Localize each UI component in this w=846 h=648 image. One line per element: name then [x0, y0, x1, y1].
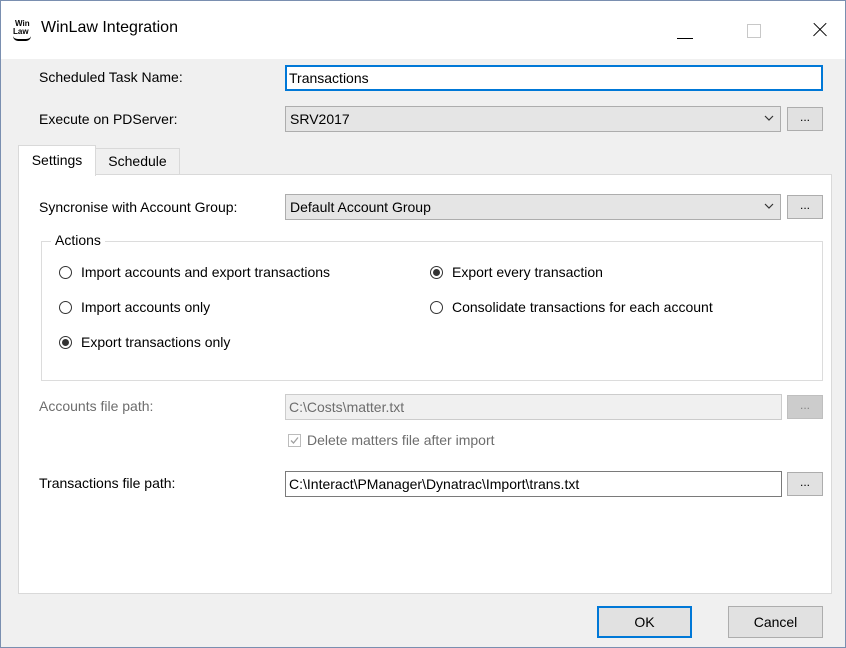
delete-matters-checkbox[interactable]: Delete matters file after import	[288, 432, 495, 448]
accounts-path-browse-button[interactable]: ...	[787, 395, 823, 419]
chevron-down-icon	[764, 115, 774, 121]
task-name-label: Scheduled Task Name:	[39, 69, 183, 85]
account-group-select[interactable]: Default Account Group	[285, 194, 781, 220]
settings-panel	[18, 174, 832, 594]
radio-unchecked-icon	[59, 265, 72, 279]
radio-import-and-export[interactable]: Import accounts and export transactions	[59, 264, 330, 280]
radio-consolidate-transactions[interactable]: Consolidate transactions for each accoun…	[430, 299, 713, 315]
close-button[interactable]	[797, 11, 843, 49]
accounts-path-label: Accounts file path:	[39, 398, 154, 414]
title-bar: Win Law WinLaw Integration	[1, 1, 845, 59]
server-select[interactable]: SRV2017	[285, 106, 781, 132]
radio-unchecked-icon	[430, 300, 443, 314]
server-browse-button[interactable]: ...	[787, 107, 823, 131]
radio-checked-icon	[59, 335, 72, 349]
tab-schedule[interactable]: Schedule	[96, 148, 180, 175]
account-group-browse-button[interactable]: ...	[787, 195, 823, 219]
ok-button[interactable]: OK	[597, 606, 692, 638]
transactions-path-input[interactable]: C:\Interact\PManager\Dynatrac\Import\tra…	[285, 471, 782, 497]
checkmark-icon	[288, 433, 301, 447]
server-select-value: SRV2017	[290, 111, 350, 127]
server-label: Execute on PDServer:	[39, 111, 178, 127]
minimize-button[interactable]	[661, 11, 707, 49]
maximize-button[interactable]	[731, 11, 777, 49]
transactions-path-label: Transactions file path:	[39, 475, 176, 491]
radio-import-accounts-only[interactable]: Import accounts only	[59, 299, 210, 315]
cancel-button[interactable]: Cancel	[728, 606, 823, 638]
account-group-label: Syncronise with Account Group:	[39, 199, 238, 215]
window-title: WinLaw Integration	[41, 19, 178, 36]
radio-unchecked-icon	[59, 300, 72, 314]
account-group-value: Default Account Group	[290, 199, 431, 215]
chevron-down-icon	[764, 203, 774, 209]
radio-export-every-transaction[interactable]: Export every transaction	[430, 264, 603, 280]
dialog-window: Win Law WinLaw Integration Scheduled Tas…	[0, 0, 846, 648]
tab-settings[interactable]: Settings	[18, 145, 96, 176]
task-name-input[interactable]: Transactions	[285, 65, 823, 91]
radio-export-transactions-only[interactable]: Export transactions only	[59, 334, 230, 350]
actions-legend: Actions	[51, 232, 105, 248]
winlaw-logo-icon: Win Law	[11, 19, 33, 41]
radio-checked-icon	[430, 265, 443, 279]
accounts-path-input[interactable]: C:\Costs\matter.txt	[285, 394, 782, 420]
transactions-path-browse-button[interactable]: ...	[787, 472, 823, 496]
